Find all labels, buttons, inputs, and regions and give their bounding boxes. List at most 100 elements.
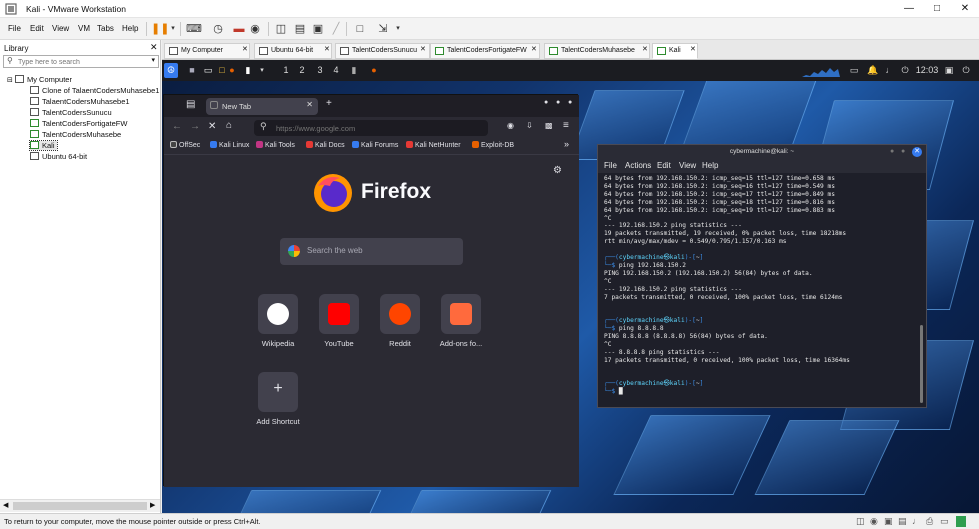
bookmark-kali-forums[interactable]: Kali Forums [352, 141, 398, 149]
terminal-menu-help[interactable]: Help [702, 161, 718, 170]
menu-tabs[interactable]: Tabs [97, 24, 114, 33]
minimize-button[interactable]: — [895, 0, 923, 18]
bookmark-kali-linux[interactable]: Kali Linux [210, 141, 249, 149]
terminal-menu-edit[interactable]: Edit [657, 161, 671, 170]
bookmark-offsec[interactable]: OffSec [170, 141, 200, 149]
usb-icon[interactable]: ▤ [898, 516, 907, 527]
close-icon[interactable]: ● [568, 99, 572, 106]
hard-disk-icon[interactable]: ◫ [856, 516, 865, 527]
revert-snapshot-icon[interactable]: ▬ [231, 21, 247, 37]
menu-view[interactable]: View [52, 24, 69, 33]
library-close-icon[interactable]: ✕ [150, 42, 158, 53]
back-icon[interactable]: ← [172, 121, 182, 132]
console-view-icon[interactable]: □ [352, 21, 368, 37]
tree-item-vm[interactable]: TalentCodersSunucu [30, 108, 112, 117]
maximize-icon[interactable]: ● [556, 99, 560, 106]
close-tab-icon[interactable]: ✕ [420, 45, 426, 53]
extensions-icon[interactable]: ▩ [545, 121, 553, 130]
terminal-output[interactable]: 64 bytes from 192.168.150.2: icmp_seq=15… [604, 175, 914, 405]
terminal-scrollbar[interactable] [920, 325, 923, 403]
close-icon[interactable]: ✕ [912, 147, 922, 157]
pause-dropdown-icon[interactable]: ▾ [165, 21, 181, 37]
forward-icon[interactable]: → [190, 121, 200, 132]
lock-screen-icon[interactable]: ▣ [943, 63, 955, 78]
app-menu-icon[interactable]: ≡ [563, 120, 569, 131]
scroll-left-icon[interactable]: ◀ [3, 501, 8, 509]
menu-help[interactable]: Help [122, 24, 138, 33]
bookmark-kali-nethunter[interactable]: Kali NetHunter [406, 141, 461, 149]
unity-icon[interactable]: ╱ [328, 21, 344, 37]
stretch-guest-icon[interactable]: ⇲ [375, 21, 391, 37]
add-shortcut-tile[interactable]: + [258, 372, 298, 412]
volume-icon[interactable]: ♩ [884, 63, 896, 78]
tree-item-vm[interactable]: TalentCodersFortigateFW [30, 119, 127, 128]
menu-vm[interactable]: VM [78, 24, 90, 33]
pocket-icon[interactable]: ◉ [507, 121, 514, 130]
window-switcher-icon[interactable]: ▭ [848, 63, 860, 78]
maximize-icon[interactable]: ● [901, 145, 905, 159]
vm-tab[interactable]: TalentCodersFortigateFW [430, 43, 540, 59]
bookmark-kali-docs[interactable]: Kali Docs [306, 141, 345, 149]
bookmark-exploit-db[interactable]: Exploit-DB [472, 141, 514, 149]
kali-menu-icon[interactable]: ☮ [164, 63, 178, 78]
workspace-2[interactable]: 2 [296, 63, 308, 78]
vm-tab[interactable]: Ubuntu 64-bit [254, 43, 332, 59]
library-toggle-icon[interactable]: ◫ [273, 21, 289, 37]
snapshot-manager-icon[interactable]: ◉ [247, 21, 263, 37]
stretch-dropdown-icon[interactable]: ▾ [390, 21, 406, 37]
bookmark-kali-tools[interactable]: Kali Tools [256, 141, 295, 149]
printer-icon[interactable]: ⎙ [926, 516, 933, 527]
menu-edit[interactable]: Edit [30, 24, 44, 33]
close-tab-icon[interactable]: ✕ [306, 100, 313, 109]
terminal-icon[interactable]: ▮ [242, 63, 254, 78]
url-input[interactable] [276, 122, 476, 134]
show-desktop-icon[interactable]: ■ [186, 63, 198, 78]
close-tab-icon[interactable]: ✕ [642, 45, 648, 53]
shortcut-tile[interactable] [380, 294, 420, 334]
tree-item-vm[interactable]: TalaentCodersMuhasebe1 [30, 97, 130, 106]
workspace-1[interactable]: 1 [280, 63, 292, 78]
tree-item-vm[interactable]: Clone of TalaentCodersMuhasebe1 [30, 86, 159, 95]
settings-gear-icon[interactable]: ⚙ [553, 165, 562, 176]
url-bar[interactable]: ⚲ [254, 120, 488, 136]
more-bookmarks-icon[interactable]: » [564, 139, 569, 149]
home-icon[interactable]: ⌂ [226, 120, 232, 131]
vm-tab[interactable]: TalentCodersSunucu [335, 43, 430, 59]
close-tab-icon[interactable]: ✕ [531, 45, 537, 53]
library-horizontal-scrollbar[interactable]: ◀ ▶ [0, 499, 160, 512]
guest-display[interactable]: ☮ ■ ▭ □ ● ▮ ▾ 1 2 3 4 ▮ ● ▭ 🔔 ♩ ⏻ 12:03 … [162, 60, 979, 513]
firefox-launcher-icon[interactable]: ● [226, 63, 238, 78]
firefox-view-icon[interactable]: ▤ [186, 99, 195, 110]
tree-root-my-computer[interactable]: ⊟ My Computer [7, 75, 72, 84]
scroll-thumb[interactable] [13, 502, 147, 510]
search-dropdown-icon[interactable]: ▾ [151, 56, 155, 64]
panel-clock[interactable]: 12:03 [914, 63, 940, 78]
tree-item-vm[interactable]: TalentCodersMuhasebe [30, 130, 121, 139]
library-search-box[interactable]: ⚲ ▾ [3, 55, 159, 68]
close-window-button[interactable]: ✕ [951, 0, 979, 18]
send-ctrl-alt-del-icon[interactable]: ⌨ [186, 21, 202, 37]
terminal-menu-view[interactable]: View [679, 161, 696, 170]
minimize-icon[interactable]: ● [890, 145, 894, 159]
notifications-bell-icon[interactable]: 🔔 [867, 63, 879, 78]
cd-dvd-icon[interactable]: ◉ [870, 516, 878, 527]
tree-item-vm-selected[interactable]: Kali [29, 140, 58, 151]
launcher-dropdown-icon[interactable]: ▾ [256, 63, 268, 78]
power-icon[interactable]: ⏻ [899, 63, 911, 78]
sound-card-icon[interactable]: ♩ [912, 516, 921, 526]
terminal-menu-file[interactable]: File [604, 161, 617, 170]
shortcut-tile[interactable] [441, 294, 481, 334]
workspace-3[interactable]: 3 [314, 63, 326, 78]
maximize-button[interactable]: □ [923, 0, 951, 18]
downloads-icon[interactable]: ⇩ [526, 121, 533, 130]
vm-tab[interactable]: My Computer [164, 43, 250, 59]
network-adapter-icon[interactable]: ▣ [884, 516, 893, 527]
terminal-task-icon[interactable]: ▮ [348, 63, 360, 78]
firefox-task-icon[interactable]: ● [368, 63, 380, 78]
vm-status-icon[interactable] [956, 516, 966, 527]
scroll-right-icon[interactable]: ▶ [150, 501, 155, 509]
snapshot-icon[interactable]: ◷ [210, 21, 226, 37]
tree-item-vm[interactable]: Ubuntu 64-bit [30, 152, 87, 161]
web-search-box[interactable]: Search the web [280, 238, 463, 265]
menu-file[interactable]: File [8, 24, 21, 33]
